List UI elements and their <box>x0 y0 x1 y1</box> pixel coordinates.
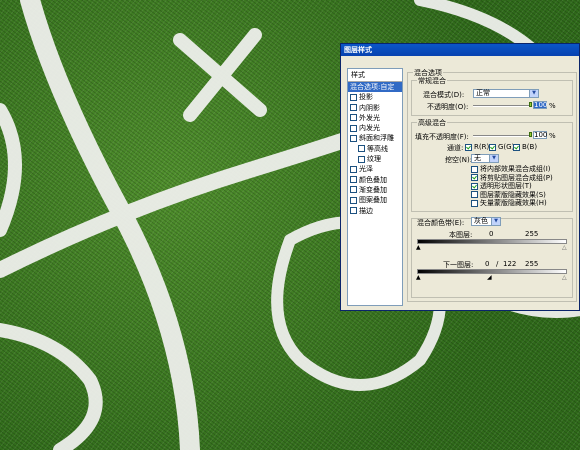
opacity-label: 不透明度(O): <box>427 103 469 111</box>
advanced-option-checkbox[interactable] <box>471 199 478 207</box>
fill-opacity-slider-thumb[interactable] <box>529 132 532 137</box>
underlying-white-marker[interactable]: △ <box>562 275 567 281</box>
style-item-label: 内阴影 <box>359 103 380 112</box>
blend-if-select[interactable]: 灰色 ▼ <box>471 217 501 226</box>
style-item-checkbox[interactable] <box>350 207 357 215</box>
style-item[interactable]: 渐变叠加 <box>348 185 402 195</box>
style-item-label: 内发光 <box>359 124 380 133</box>
style-item-checkbox[interactable] <box>350 93 357 101</box>
underlying-split: 122 <box>503 260 517 268</box>
style-item-checkbox[interactable] <box>350 186 357 194</box>
underlying-max: 255 <box>525 260 539 268</box>
advanced-option-checkbox[interactable] <box>471 191 478 198</box>
advanced-option-checkbox[interactable] <box>471 174 478 181</box>
style-item[interactable]: 投影 <box>348 92 402 102</box>
blend-mode-select[interactable]: 正常 ▼ <box>473 89 539 98</box>
style-item-checkbox[interactable] <box>358 145 365 153</box>
style-item-label: 混合选项:自定 <box>350 83 395 91</box>
advanced-option-checkbox[interactable] <box>471 165 478 173</box>
chevron-down-icon: ▼ <box>489 155 498 162</box>
style-item[interactable]: 颜色叠加 <box>348 175 402 185</box>
advanced-blending-title: 高级混合 <box>417 118 447 128</box>
style-item-label: 光泽 <box>359 165 373 174</box>
advanced-option-label: 矢量蒙版隐藏效果(H) <box>480 199 547 207</box>
knockout-select[interactable]: 无 ▼ <box>471 154 499 163</box>
advanced-option[interactable]: 将内部效果混合成组(I) <box>471 165 553 174</box>
underlying-black-marker[interactable]: ▲ <box>416 275 421 281</box>
channel-g-checkbox[interactable] <box>489 143 496 151</box>
advanced-option-label: 将内部效果混合成组(I) <box>480 165 551 173</box>
fill-opacity-slider[interactable] <box>473 135 531 137</box>
fill-opacity-unit: % <box>549 132 556 140</box>
style-item-checkbox[interactable] <box>350 114 357 122</box>
opacity-slider[interactable] <box>473 105 531 107</box>
channel-r-checkbox[interactable] <box>465 143 472 151</box>
channels-label: 通道: <box>447 144 464 152</box>
style-item[interactable]: 描边 <box>348 206 402 216</box>
underlying-min: 0 <box>485 260 490 268</box>
style-item[interactable]: 图案叠加 <box>348 195 402 205</box>
channel-g[interactable]: G(G) <box>489 143 514 151</box>
fill-opacity-input[interactable]: 100 <box>533 131 547 139</box>
chevron-down-icon: ▼ <box>529 90 538 97</box>
style-item-label: 渐变叠加 <box>359 185 387 194</box>
style-item-checkbox[interactable] <box>350 134 357 142</box>
underlying-split-marker[interactable]: ◢ <box>487 275 492 281</box>
style-item-label: 外发光 <box>359 113 380 122</box>
advanced-option[interactable]: 将剪贴图层混合成组(P) <box>471 174 553 183</box>
style-item-label: 投影 <box>359 93 373 102</box>
this-layer-gradient <box>417 239 567 244</box>
this-layer-black-marker[interactable]: ▲ <box>416 245 421 251</box>
style-item[interactable]: 等高线 <box>348 144 402 154</box>
chevron-down-icon: ▼ <box>491 218 500 225</box>
underlying-layer-gradient <box>417 269 567 274</box>
blend-mode-label: 混合模式(D): <box>423 91 465 99</box>
advanced-option[interactable]: 矢量蒙版隐藏效果(H) <box>471 199 553 208</box>
layer-style-dialog: 图层样式 样式 混合选项:自定投影 内阴影 外发光内发光 斜面和浮雕 等高线纹理 光泽 颜色… <box>340 43 580 311</box>
style-item[interactable]: 纹理 <box>348 154 402 164</box>
style-item[interactable]: 混合选项:自定 <box>348 82 402 93</box>
style-item[interactable]: 内发光 <box>348 123 402 133</box>
advanced-option[interactable]: 透明形状图层(T) <box>471 182 553 191</box>
channel-b[interactable]: B(B) <box>513 143 537 151</box>
styles-list: 样式 混合选项:自定投影 内阴影 外发光内发光 斜面和浮雕 等高线纹理 光泽 颜色叠加 渐变叠… <box>347 68 403 306</box>
style-item-label: 图案叠加 <box>359 196 387 205</box>
this-layer-white-marker[interactable]: △ <box>562 245 567 251</box>
style-item-label: 描边 <box>359 206 373 215</box>
style-item-checkbox[interactable] <box>358 155 365 163</box>
this-layer-max: 255 <box>525 230 539 238</box>
channel-b-checkbox[interactable] <box>513 143 520 151</box>
style-item-checkbox[interactable] <box>350 124 357 132</box>
knockout-label: 挖空(N): <box>445 156 473 164</box>
this-layer-min: 0 <box>489 230 494 238</box>
style-item[interactable]: 外发光 <box>348 113 402 123</box>
fill-opacity-label: 填充不透明度(F): <box>415 133 469 141</box>
opacity-input[interactable]: 100 <box>533 101 547 109</box>
blend-options-panel: 混合选项 常规混合 混合模式(D): 正常 ▼ 不透明度(O): 100 % 高… <box>407 68 577 306</box>
styles-header[interactable]: 样式 <box>348 69 402 82</box>
underlying-separator: / <box>496 260 499 268</box>
style-item-label: 纹理 <box>367 155 381 164</box>
style-item-label: 等高线 <box>367 144 388 153</box>
dialog-title: 图层样式 <box>341 44 579 56</box>
channel-r[interactable]: R(R) <box>465 143 489 151</box>
advanced-option-label: 图层蒙版隐藏效果(S) <box>480 190 546 199</box>
style-item-checkbox[interactable] <box>350 104 357 112</box>
opacity-unit: % <box>549 102 556 110</box>
style-item-checkbox[interactable] <box>350 165 357 173</box>
blend-if-label: 混合颜色带(E): <box>417 219 465 227</box>
general-blending-title: 常规混合 <box>417 76 447 86</box>
style-item-label: 斜面和浮雕 <box>359 134 394 143</box>
advanced-option-label: 透明形状图层(T) <box>480 182 532 190</box>
advanced-option[interactable]: 图层蒙版隐藏效果(S) <box>471 191 553 200</box>
style-item-checkbox[interactable] <box>350 196 357 204</box>
style-item[interactable]: 斜面和浮雕 <box>348 133 402 143</box>
advanced-option-checkbox[interactable] <box>471 182 478 190</box>
style-item-label: 颜色叠加 <box>359 175 387 184</box>
style-item[interactable]: 光泽 <box>348 164 402 174</box>
advanced-option-label: 将剪贴图层混合成组(P) <box>480 173 553 182</box>
style-item-checkbox[interactable] <box>350 176 357 184</box>
opacity-slider-thumb[interactable] <box>529 102 532 107</box>
style-item[interactable]: 内阴影 <box>348 103 402 113</box>
